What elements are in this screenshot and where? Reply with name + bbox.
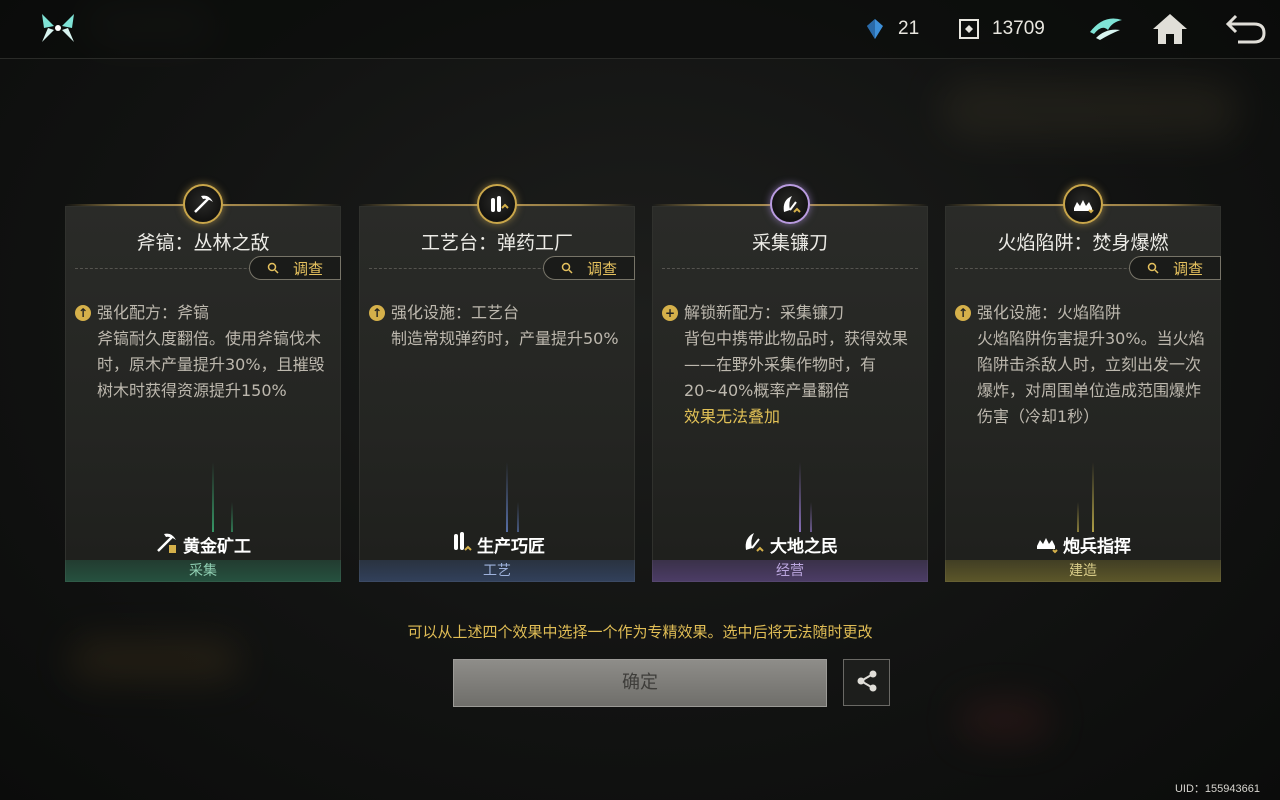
selection-hint: 可以从上述四个效果中选择一个作为专精效果。选中后将无法随时更改 xyxy=(407,623,873,641)
badge-label: 炮兵指挥 xyxy=(1063,537,1131,557)
effect-head: 解锁新配方：采集镰刀 xyxy=(684,303,845,322)
plus-icon: + xyxy=(662,305,678,321)
search-icon xyxy=(561,259,573,278)
back-icon[interactable] xyxy=(1224,10,1266,48)
glow-line xyxy=(1077,502,1079,532)
currency-counter[interactable]: 13709 xyxy=(958,18,1045,40)
card-title: 斧镐：丛林之敌 xyxy=(136,232,270,254)
currency-count: 13709 xyxy=(992,18,1045,39)
title-badge: 生产巧匠 xyxy=(359,530,635,559)
category-strip: 工艺 xyxy=(359,560,635,582)
title-badge: 黄金矿工 xyxy=(65,530,341,559)
badge-label: 生产巧匠 xyxy=(477,537,545,557)
fire-trap-icon xyxy=(1063,184,1103,224)
effect-description: ↑ 强化设施：火焰陷阱 火焰陷阱伤害提升30%。当火焰陷阱击杀敌人时，立刻出发一次… xyxy=(955,300,1211,430)
effect-head: 强化设施：火焰陷阱 xyxy=(977,303,1122,322)
effect-description: ↑ 强化设施：工艺台 制造常规弹药时，产量提升50% xyxy=(369,300,625,352)
investigate-label: 调查 xyxy=(586,259,617,278)
glow-line xyxy=(810,502,812,532)
effect-body: 制造常规弹药时，产量提升50% xyxy=(391,329,619,348)
background-shape xyxy=(960,700,1050,740)
glow-line xyxy=(799,462,801,532)
effect-note: 效果无法叠加 xyxy=(684,407,781,426)
sickle-icon xyxy=(742,530,766,559)
top-bar: 21 13709 xyxy=(0,0,1280,59)
divider xyxy=(662,268,918,269)
category-label: 采集 xyxy=(189,563,217,579)
effect-body: 斧镐耐久度翻倍。使用斧镐伐木时，原木产量提升30%，且摧毁树木时获得资源提升15… xyxy=(97,329,325,400)
effect-body: 火焰陷阱伤害提升30%。当火焰陷阱击杀敌人时，立刻出发一次爆炸，对周围单位造成范… xyxy=(977,329,1205,426)
pickaxe-icon xyxy=(183,184,223,224)
currency-icon xyxy=(958,18,980,40)
crystal-icon xyxy=(864,18,886,40)
share-icon xyxy=(854,668,880,698)
effect-card-2[interactable]: 工艺台：弹药工厂 调查 ↑ 强化设施：工艺台 制造常规弹药时，产量提升50% 生产… xyxy=(359,184,635,582)
search-icon xyxy=(1147,259,1159,278)
category-label: 经营 xyxy=(776,563,804,579)
badge-label: 黄金矿工 xyxy=(183,537,251,557)
card-title: 采集镰刀 xyxy=(751,232,828,254)
confirm-button[interactable]: 确定 xyxy=(453,659,827,707)
share-button[interactable] xyxy=(843,659,890,706)
ammo-icon xyxy=(477,184,517,224)
category-strip: 经营 xyxy=(652,560,928,582)
pickaxe-icon xyxy=(155,530,179,559)
investigate-label: 调查 xyxy=(292,259,323,278)
effect-head: 强化配方：斧镐 xyxy=(97,303,210,322)
badge-label: 大地之民 xyxy=(770,537,838,557)
guild-emblem-icon[interactable] xyxy=(1086,10,1126,48)
investigate-button[interactable]: 调查 xyxy=(249,256,341,280)
title-badge: 大地之民 xyxy=(652,530,928,559)
investigate-button[interactable]: 调查 xyxy=(543,256,635,280)
upgrade-icon: ↑ xyxy=(75,305,91,321)
background-shape xyxy=(940,80,1240,140)
investigate-button[interactable]: 调查 xyxy=(1129,256,1221,280)
effect-body: 背包中携带此物品时，获得效果——在野外采集作物时，有20~40%概率产量翻倍 xyxy=(684,329,909,400)
glow-line xyxy=(212,462,214,532)
home-icon[interactable] xyxy=(1150,10,1190,48)
card-title: 工艺台：弹药工厂 xyxy=(420,232,573,254)
effect-card-3[interactable]: 采集镰刀 + 解锁新配方：采集镰刀 背包中携带此物品时，获得效果——在野外采集作物… xyxy=(652,184,928,582)
effect-card-1[interactable]: 斧镐：丛林之敌 调查 ↑ 强化配方：斧镐 斧镐耐久度翻倍。使用斧镐伐木时，原木产量… xyxy=(65,184,341,582)
category-label: 建造 xyxy=(1069,563,1097,579)
sickle-icon xyxy=(770,184,810,224)
category-strip: 采集 xyxy=(65,560,341,582)
background-shape xyxy=(70,640,240,680)
crystal-counter[interactable]: 21 xyxy=(864,18,919,40)
glow-line xyxy=(1092,462,1094,532)
upgrade-icon: ↑ xyxy=(955,305,971,321)
title-badge: 炮兵指挥 xyxy=(945,530,1221,559)
category-label: 工艺 xyxy=(483,563,511,579)
effect-description: + 解锁新配方：采集镰刀 背包中携带此物品时，获得效果——在野外采集作物时，有20… xyxy=(662,300,918,430)
crystal-count: 21 xyxy=(898,18,920,39)
effect-description: ↑ 强化配方：斧镐 斧镐耐久度翻倍。使用斧镐伐木时，原木产量提升30%，且摧毁树木… xyxy=(75,300,331,404)
effect-card-4[interactable]: 火焰陷阱：焚身爆燃 调查 ↑ 强化设施：火焰陷阱 火焰陷阱伤害提升30%。当火焰陷… xyxy=(945,184,1221,582)
glow-line xyxy=(517,502,519,532)
category-strip: 建造 xyxy=(945,560,1221,582)
card-title: 火焰陷阱：焚身爆燃 xyxy=(997,232,1169,254)
glow-line xyxy=(231,502,233,532)
glow-line xyxy=(506,462,508,532)
effect-head: 强化设施：工艺台 xyxy=(391,303,520,322)
ammo-icon xyxy=(449,530,473,559)
investigate-label: 调查 xyxy=(1172,259,1203,278)
user-id: UID：155943661 xyxy=(1174,783,1260,795)
upgrade-icon: ↑ xyxy=(369,305,385,321)
fire-trap-icon xyxy=(1035,530,1059,559)
search-icon xyxy=(267,259,279,278)
game-logo-icon[interactable] xyxy=(40,12,76,44)
